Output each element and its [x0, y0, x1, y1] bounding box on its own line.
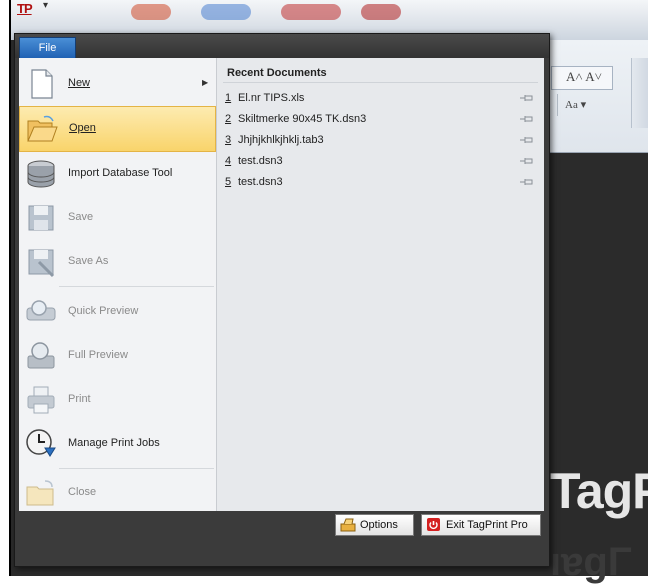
exit-power-icon — [427, 518, 440, 531]
new-document-icon — [31, 69, 53, 99]
ribbon-decoration — [281, 4, 341, 20]
menu-item-new[interactable]: New ▶ — [19, 62, 216, 106]
menu-item-label: Print — [68, 393, 91, 405]
recent-documents-title: Recent Documents — [227, 67, 327, 79]
recent-document-item[interactable]: 3 Jhjhjkhlkjhklj.tab3 — [223, 130, 538, 150]
ribbon-style-gallery[interactable] — [631, 58, 648, 128]
recent-document-name: Jhjhjkhlkjhklj.tab3 — [238, 134, 324, 146]
menu-item-full-preview[interactable]: Full Preview — [19, 334, 216, 378]
recent-document-name: Skiltmerke 90x45 TK.dsn3 — [238, 113, 367, 125]
recent-document-item[interactable]: 1 El.nr TIPS.xls — [223, 88, 538, 108]
file-menu-commands: New ▶ Open Import Database Tool Save Sav… — [19, 58, 217, 511]
app-logo[interactable]: TP — [17, 1, 33, 16]
menu-item-label: Import Database Tool — [68, 167, 173, 179]
printer-icon — [27, 386, 55, 414]
exit-app-button[interactable]: Exit TagPrint Pro — [421, 514, 541, 536]
ribbon-separator — [557, 94, 558, 116]
menu-item-label: New — [68, 77, 91, 89]
recent-document-name: El.nr TIPS.xls — [238, 92, 305, 104]
menu-item-save[interactable]: Save — [19, 196, 216, 240]
file-menu-header: File — [15, 34, 549, 59]
recent-document-name: test.dsn3 — [238, 155, 283, 167]
recent-document-name: test.dsn3 — [238, 176, 283, 188]
menu-divider — [59, 468, 214, 469]
exit-app-label: Exit TagPrint Pro — [446, 519, 528, 531]
options-label: Options — [360, 519, 398, 531]
font-size-combo[interactable]: A˄ A˅ — [551, 66, 613, 90]
menu-item-label: Open — [69, 122, 96, 134]
menu-item-label: Quick Preview — [68, 305, 139, 317]
quick-access-dropdown-icon[interactable]: ▾ — [43, 0, 48, 11]
ribbon-decoration — [361, 4, 401, 20]
recent-document-item[interactable]: 2 Skiltmerke 90x45 TK.dsn3 — [223, 109, 538, 129]
recent-documents-divider — [223, 82, 538, 83]
recent-document-number: 2 — [225, 113, 232, 125]
menu-item-label: Manage Print Jobs — [68, 437, 160, 449]
full-preview-icon — [27, 342, 55, 369]
recent-document-item[interactable]: 4 test.dsn3 — [223, 151, 538, 171]
menu-item-label: Save As — [68, 255, 109, 267]
submenu-arrow-icon: ▶ — [202, 78, 209, 87]
pin-icon[interactable] — [520, 177, 534, 187]
menu-item-quick-preview[interactable]: Quick Preview — [19, 290, 216, 334]
recent-documents-pane: Recent Documents 1 El.nr TIPS.xls 2 Skil… — [217, 58, 544, 511]
pin-icon[interactable] — [520, 114, 534, 124]
recent-document-number: 1 — [225, 92, 232, 104]
menu-item-close[interactable]: Close — [19, 471, 216, 515]
pin-icon[interactable] — [520, 93, 534, 103]
font-grow-shrink-buttons[interactable]: A˄ A˅ — [566, 69, 602, 85]
recent-document-number: 4 — [225, 155, 232, 167]
canvas-background-text: TagP — [550, 463, 648, 519]
ribbon-decoration — [201, 4, 251, 20]
recent-document-number: 5 — [225, 176, 232, 188]
save-disk-icon — [28, 205, 54, 231]
pin-icon[interactable] — [520, 135, 534, 145]
menu-item-save-as[interactable]: Save As — [19, 240, 216, 284]
menu-item-import-database-tool[interactable]: Import Database Tool — [19, 152, 216, 196]
database-icon — [27, 160, 55, 188]
ribbon-decoration — [131, 4, 171, 20]
open-folder-icon — [27, 115, 58, 142]
close-folder-icon — [26, 480, 54, 506]
menu-item-manage-print-jobs[interactable]: Manage Print Jobs — [19, 422, 216, 466]
change-case-button[interactable]: Aa ▾ — [565, 98, 586, 111]
file-tab[interactable]: File — [19, 37, 76, 59]
pin-icon[interactable] — [520, 156, 534, 166]
menu-item-print[interactable]: Print — [19, 378, 216, 422]
quick-preview-icon — [26, 300, 56, 321]
menu-item-label: Full Preview — [68, 349, 128, 361]
menu-divider — [59, 286, 214, 287]
menu-item-open[interactable]: Open — [19, 106, 216, 152]
print-jobs-clock-icon — [26, 429, 56, 457]
file-menu: File New ▶ Open Import Database Tool Sav… — [14, 33, 550, 567]
save-as-icon — [28, 249, 55, 278]
canvas-background-reflection: ıɐgΓ — [550, 540, 632, 584]
recent-document-number: 3 — [225, 134, 232, 146]
options-button[interactable]: Options — [335, 514, 414, 536]
options-icon — [340, 518, 356, 532]
recent-document-item[interactable]: 5 test.dsn3 — [223, 172, 538, 192]
menu-item-label: Save — [68, 211, 94, 223]
menu-item-label: Close — [68, 486, 97, 498]
ribbon-font-group: A˄ A˅ Aa ▾ — [547, 40, 648, 153]
